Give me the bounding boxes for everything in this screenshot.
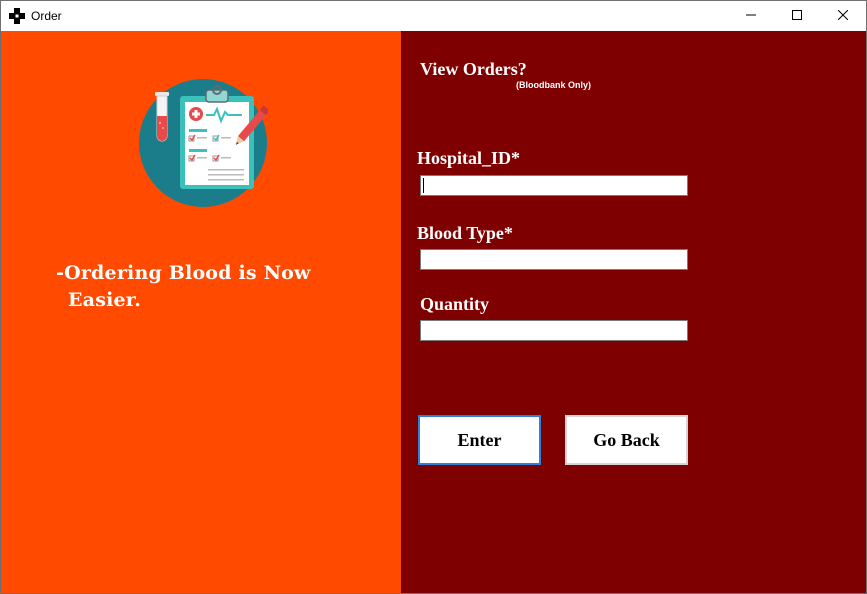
- order-form-panel: View Orders? (Bloodbank Only) Hospital_I…: [401, 31, 866, 593]
- order-window: Order -Ordering Blood is Now Easier. Vie…: [0, 0, 867, 594]
- hospital-id-input[interactable]: [420, 175, 688, 196]
- quantity-label: Quantity: [420, 294, 490, 314]
- clipboard-medical-icon: [138, 78, 270, 208]
- tagline: -Ordering Blood is Now Easier.: [56, 260, 376, 314]
- blood-type-input[interactable]: [420, 249, 688, 270]
- maximize-button[interactable]: [774, 1, 820, 31]
- enter-button[interactable]: Enter: [418, 415, 541, 465]
- tagline-line-2: Easier.: [68, 289, 142, 311]
- maximize-icon: [792, 7, 802, 25]
- close-button[interactable]: [820, 1, 866, 31]
- minimize-button[interactable]: [728, 1, 774, 31]
- quantity-input[interactable]: [420, 320, 688, 341]
- title-bar[interactable]: Order: [1, 1, 866, 31]
- blood-type-label: Blood Type*: [417, 223, 513, 243]
- text-cursor: [423, 178, 424, 193]
- hospital-id-label: Hospital_ID*: [417, 148, 521, 168]
- bloodbank-only-note: (Bloodbank Only): [516, 80, 591, 90]
- view-orders-link[interactable]: View Orders?: [420, 59, 527, 80]
- minimize-icon: [746, 7, 756, 25]
- window-title: Order: [31, 9, 62, 23]
- close-icon: [837, 7, 849, 25]
- go-back-button[interactable]: Go Back: [565, 415, 688, 465]
- cross-icon: [9, 8, 25, 24]
- left-panel: -Ordering Blood is Now Easier.: [1, 31, 401, 593]
- tagline-line-1: -Ordering Blood is Now: [56, 262, 311, 284]
